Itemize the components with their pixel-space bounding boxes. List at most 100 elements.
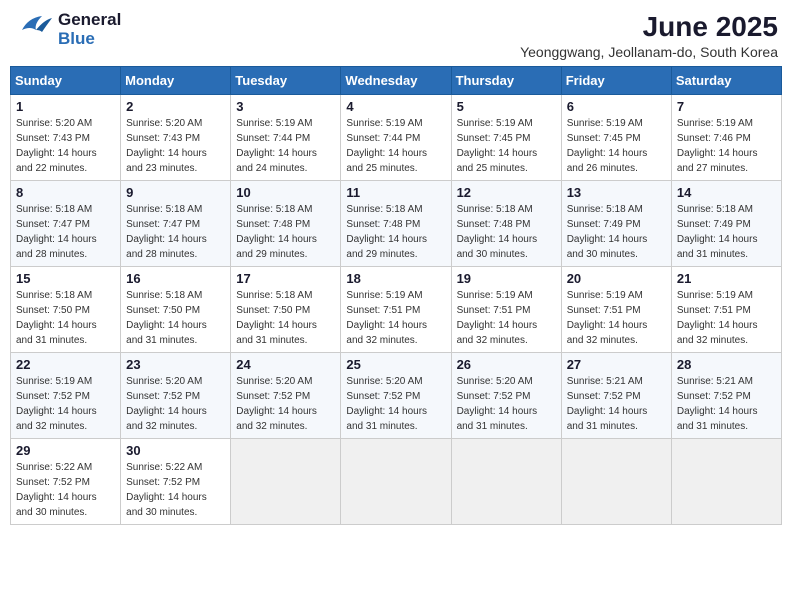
day-number: 15	[16, 271, 115, 286]
calendar-cell: 28 Sunrise: 5:21 AM Sunset: 7:52 PM Dayl…	[671, 352, 781, 438]
daylight-label: Daylight: 14 hours and 30 minutes.	[126, 492, 207, 518]
calendar-week-2: 8 Sunrise: 5:18 AM Sunset: 7:47 PM Dayli…	[11, 180, 782, 266]
sunset-label: Sunset: 7:52 PM	[236, 391, 310, 402]
sunrise-label: Sunrise: 5:21 AM	[567, 376, 643, 387]
calendar-cell: 1 Sunrise: 5:20 AM Sunset: 7:43 PM Dayli…	[11, 94, 121, 180]
sunset-label: Sunset: 7:50 PM	[16, 305, 90, 316]
sunset-label: Sunset: 7:48 PM	[346, 219, 420, 230]
sunset-label: Sunset: 7:49 PM	[677, 219, 751, 230]
daylight-label: Daylight: 14 hours and 31 minutes.	[677, 406, 758, 432]
day-info: Sunrise: 5:20 AM Sunset: 7:52 PM Dayligh…	[126, 374, 225, 434]
sunrise-label: Sunrise: 5:21 AM	[677, 376, 753, 387]
calendar-cell: 3 Sunrise: 5:19 AM Sunset: 7:44 PM Dayli…	[231, 94, 341, 180]
calendar-cell: 18 Sunrise: 5:19 AM Sunset: 7:51 PM Dayl…	[341, 266, 451, 352]
daylight-label: Daylight: 14 hours and 29 minutes.	[236, 234, 317, 260]
sunrise-label: Sunrise: 5:20 AM	[346, 376, 422, 387]
sunset-label: Sunset: 7:51 PM	[677, 305, 751, 316]
calendar-cell: 9 Sunrise: 5:18 AM Sunset: 7:47 PM Dayli…	[121, 180, 231, 266]
calendar-cell: 6 Sunrise: 5:19 AM Sunset: 7:45 PM Dayli…	[561, 94, 671, 180]
daylight-label: Daylight: 14 hours and 32 minutes.	[236, 406, 317, 432]
calendar-cell	[561, 438, 671, 524]
day-number: 14	[677, 185, 776, 200]
day-number: 2	[126, 99, 225, 114]
sunrise-label: Sunrise: 5:18 AM	[236, 204, 312, 215]
day-info: Sunrise: 5:20 AM Sunset: 7:52 PM Dayligh…	[346, 374, 445, 434]
weekday-header-friday: Friday	[561, 66, 671, 94]
day-info: Sunrise: 5:18 AM Sunset: 7:48 PM Dayligh…	[457, 202, 556, 262]
daylight-label: Daylight: 14 hours and 31 minutes.	[567, 406, 648, 432]
logo-general: General	[58, 11, 121, 30]
calendar-week-4: 22 Sunrise: 5:19 AM Sunset: 7:52 PM Dayl…	[11, 352, 782, 438]
day-info: Sunrise: 5:20 AM Sunset: 7:52 PM Dayligh…	[457, 374, 556, 434]
day-info: Sunrise: 5:18 AM Sunset: 7:49 PM Dayligh…	[567, 202, 666, 262]
day-number: 30	[126, 443, 225, 458]
daylight-label: Daylight: 14 hours and 30 minutes.	[457, 234, 538, 260]
logo: General Blue	[14, 10, 121, 49]
weekday-header-row: SundayMondayTuesdayWednesdayThursdayFrid…	[11, 66, 782, 94]
sunrise-label: Sunrise: 5:19 AM	[457, 290, 533, 301]
daylight-label: Daylight: 14 hours and 25 minutes.	[346, 148, 427, 174]
calendar-cell: 15 Sunrise: 5:18 AM Sunset: 7:50 PM Dayl…	[11, 266, 121, 352]
sunrise-label: Sunrise: 5:19 AM	[457, 118, 533, 129]
daylight-label: Daylight: 14 hours and 28 minutes.	[16, 234, 97, 260]
day-info: Sunrise: 5:21 AM Sunset: 7:52 PM Dayligh…	[677, 374, 776, 434]
day-number: 17	[236, 271, 335, 286]
daylight-label: Daylight: 14 hours and 32 minutes.	[126, 406, 207, 432]
day-info: Sunrise: 5:20 AM Sunset: 7:43 PM Dayligh…	[16, 116, 115, 176]
daylight-label: Daylight: 14 hours and 32 minutes.	[16, 406, 97, 432]
calendar-week-3: 15 Sunrise: 5:18 AM Sunset: 7:50 PM Dayl…	[11, 266, 782, 352]
daylight-label: Daylight: 14 hours and 31 minutes.	[16, 320, 97, 346]
calendar-cell	[671, 438, 781, 524]
day-info: Sunrise: 5:18 AM Sunset: 7:47 PM Dayligh…	[16, 202, 115, 262]
calendar-cell: 12 Sunrise: 5:18 AM Sunset: 7:48 PM Dayl…	[451, 180, 561, 266]
weekday-header-sunday: Sunday	[11, 66, 121, 94]
calendar-cell: 24 Sunrise: 5:20 AM Sunset: 7:52 PM Dayl…	[231, 352, 341, 438]
day-number: 29	[16, 443, 115, 458]
sunset-label: Sunset: 7:47 PM	[16, 219, 90, 230]
calendar-cell: 25 Sunrise: 5:20 AM Sunset: 7:52 PM Dayl…	[341, 352, 451, 438]
day-info: Sunrise: 5:19 AM Sunset: 7:44 PM Dayligh…	[346, 116, 445, 176]
day-info: Sunrise: 5:19 AM Sunset: 7:46 PM Dayligh…	[677, 116, 776, 176]
daylight-label: Daylight: 14 hours and 28 minutes.	[126, 234, 207, 260]
day-number: 8	[16, 185, 115, 200]
sunset-label: Sunset: 7:52 PM	[126, 391, 200, 402]
calendar-cell: 7 Sunrise: 5:19 AM Sunset: 7:46 PM Dayli…	[671, 94, 781, 180]
sunrise-label: Sunrise: 5:22 AM	[126, 462, 202, 473]
sunset-label: Sunset: 7:52 PM	[16, 477, 90, 488]
daylight-label: Daylight: 14 hours and 29 minutes.	[346, 234, 427, 260]
day-info: Sunrise: 5:22 AM Sunset: 7:52 PM Dayligh…	[126, 460, 225, 520]
daylight-label: Daylight: 14 hours and 31 minutes.	[346, 406, 427, 432]
day-info: Sunrise: 5:18 AM Sunset: 7:50 PM Dayligh…	[16, 288, 115, 348]
sunset-label: Sunset: 7:52 PM	[346, 391, 420, 402]
sunrise-label: Sunrise: 5:19 AM	[567, 290, 643, 301]
sunrise-label: Sunrise: 5:19 AM	[677, 290, 753, 301]
day-number: 20	[567, 271, 666, 286]
calendar-week-5: 29 Sunrise: 5:22 AM Sunset: 7:52 PM Dayl…	[11, 438, 782, 524]
day-info: Sunrise: 5:18 AM Sunset: 7:47 PM Dayligh…	[126, 202, 225, 262]
sunset-label: Sunset: 7:48 PM	[457, 219, 531, 230]
calendar-cell: 4 Sunrise: 5:19 AM Sunset: 7:44 PM Dayli…	[341, 94, 451, 180]
page-header: General Blue June 2025 Yeonggwang, Jeoll…	[10, 10, 782, 60]
sunrise-label: Sunrise: 5:22 AM	[16, 462, 92, 473]
calendar-cell: 2 Sunrise: 5:20 AM Sunset: 7:43 PM Dayli…	[121, 94, 231, 180]
day-info: Sunrise: 5:19 AM Sunset: 7:51 PM Dayligh…	[346, 288, 445, 348]
sunset-label: Sunset: 7:52 PM	[457, 391, 531, 402]
day-info: Sunrise: 5:21 AM Sunset: 7:52 PM Dayligh…	[567, 374, 666, 434]
logo-bird-icon	[14, 10, 54, 49]
sunrise-label: Sunrise: 5:18 AM	[16, 290, 92, 301]
sunset-label: Sunset: 7:51 PM	[346, 305, 420, 316]
sunset-label: Sunset: 7:43 PM	[126, 133, 200, 144]
sunset-label: Sunset: 7:45 PM	[567, 133, 641, 144]
day-info: Sunrise: 5:18 AM Sunset: 7:48 PM Dayligh…	[236, 202, 335, 262]
day-info: Sunrise: 5:19 AM Sunset: 7:51 PM Dayligh…	[567, 288, 666, 348]
sunrise-label: Sunrise: 5:19 AM	[346, 118, 422, 129]
day-number: 27	[567, 357, 666, 372]
daylight-label: Daylight: 14 hours and 27 minutes.	[677, 148, 758, 174]
calendar-cell: 19 Sunrise: 5:19 AM Sunset: 7:51 PM Dayl…	[451, 266, 561, 352]
sunrise-label: Sunrise: 5:20 AM	[236, 376, 312, 387]
day-info: Sunrise: 5:20 AM Sunset: 7:43 PM Dayligh…	[126, 116, 225, 176]
sunrise-label: Sunrise: 5:18 AM	[126, 204, 202, 215]
day-info: Sunrise: 5:19 AM Sunset: 7:52 PM Dayligh…	[16, 374, 115, 434]
day-number: 24	[236, 357, 335, 372]
weekday-header-thursday: Thursday	[451, 66, 561, 94]
